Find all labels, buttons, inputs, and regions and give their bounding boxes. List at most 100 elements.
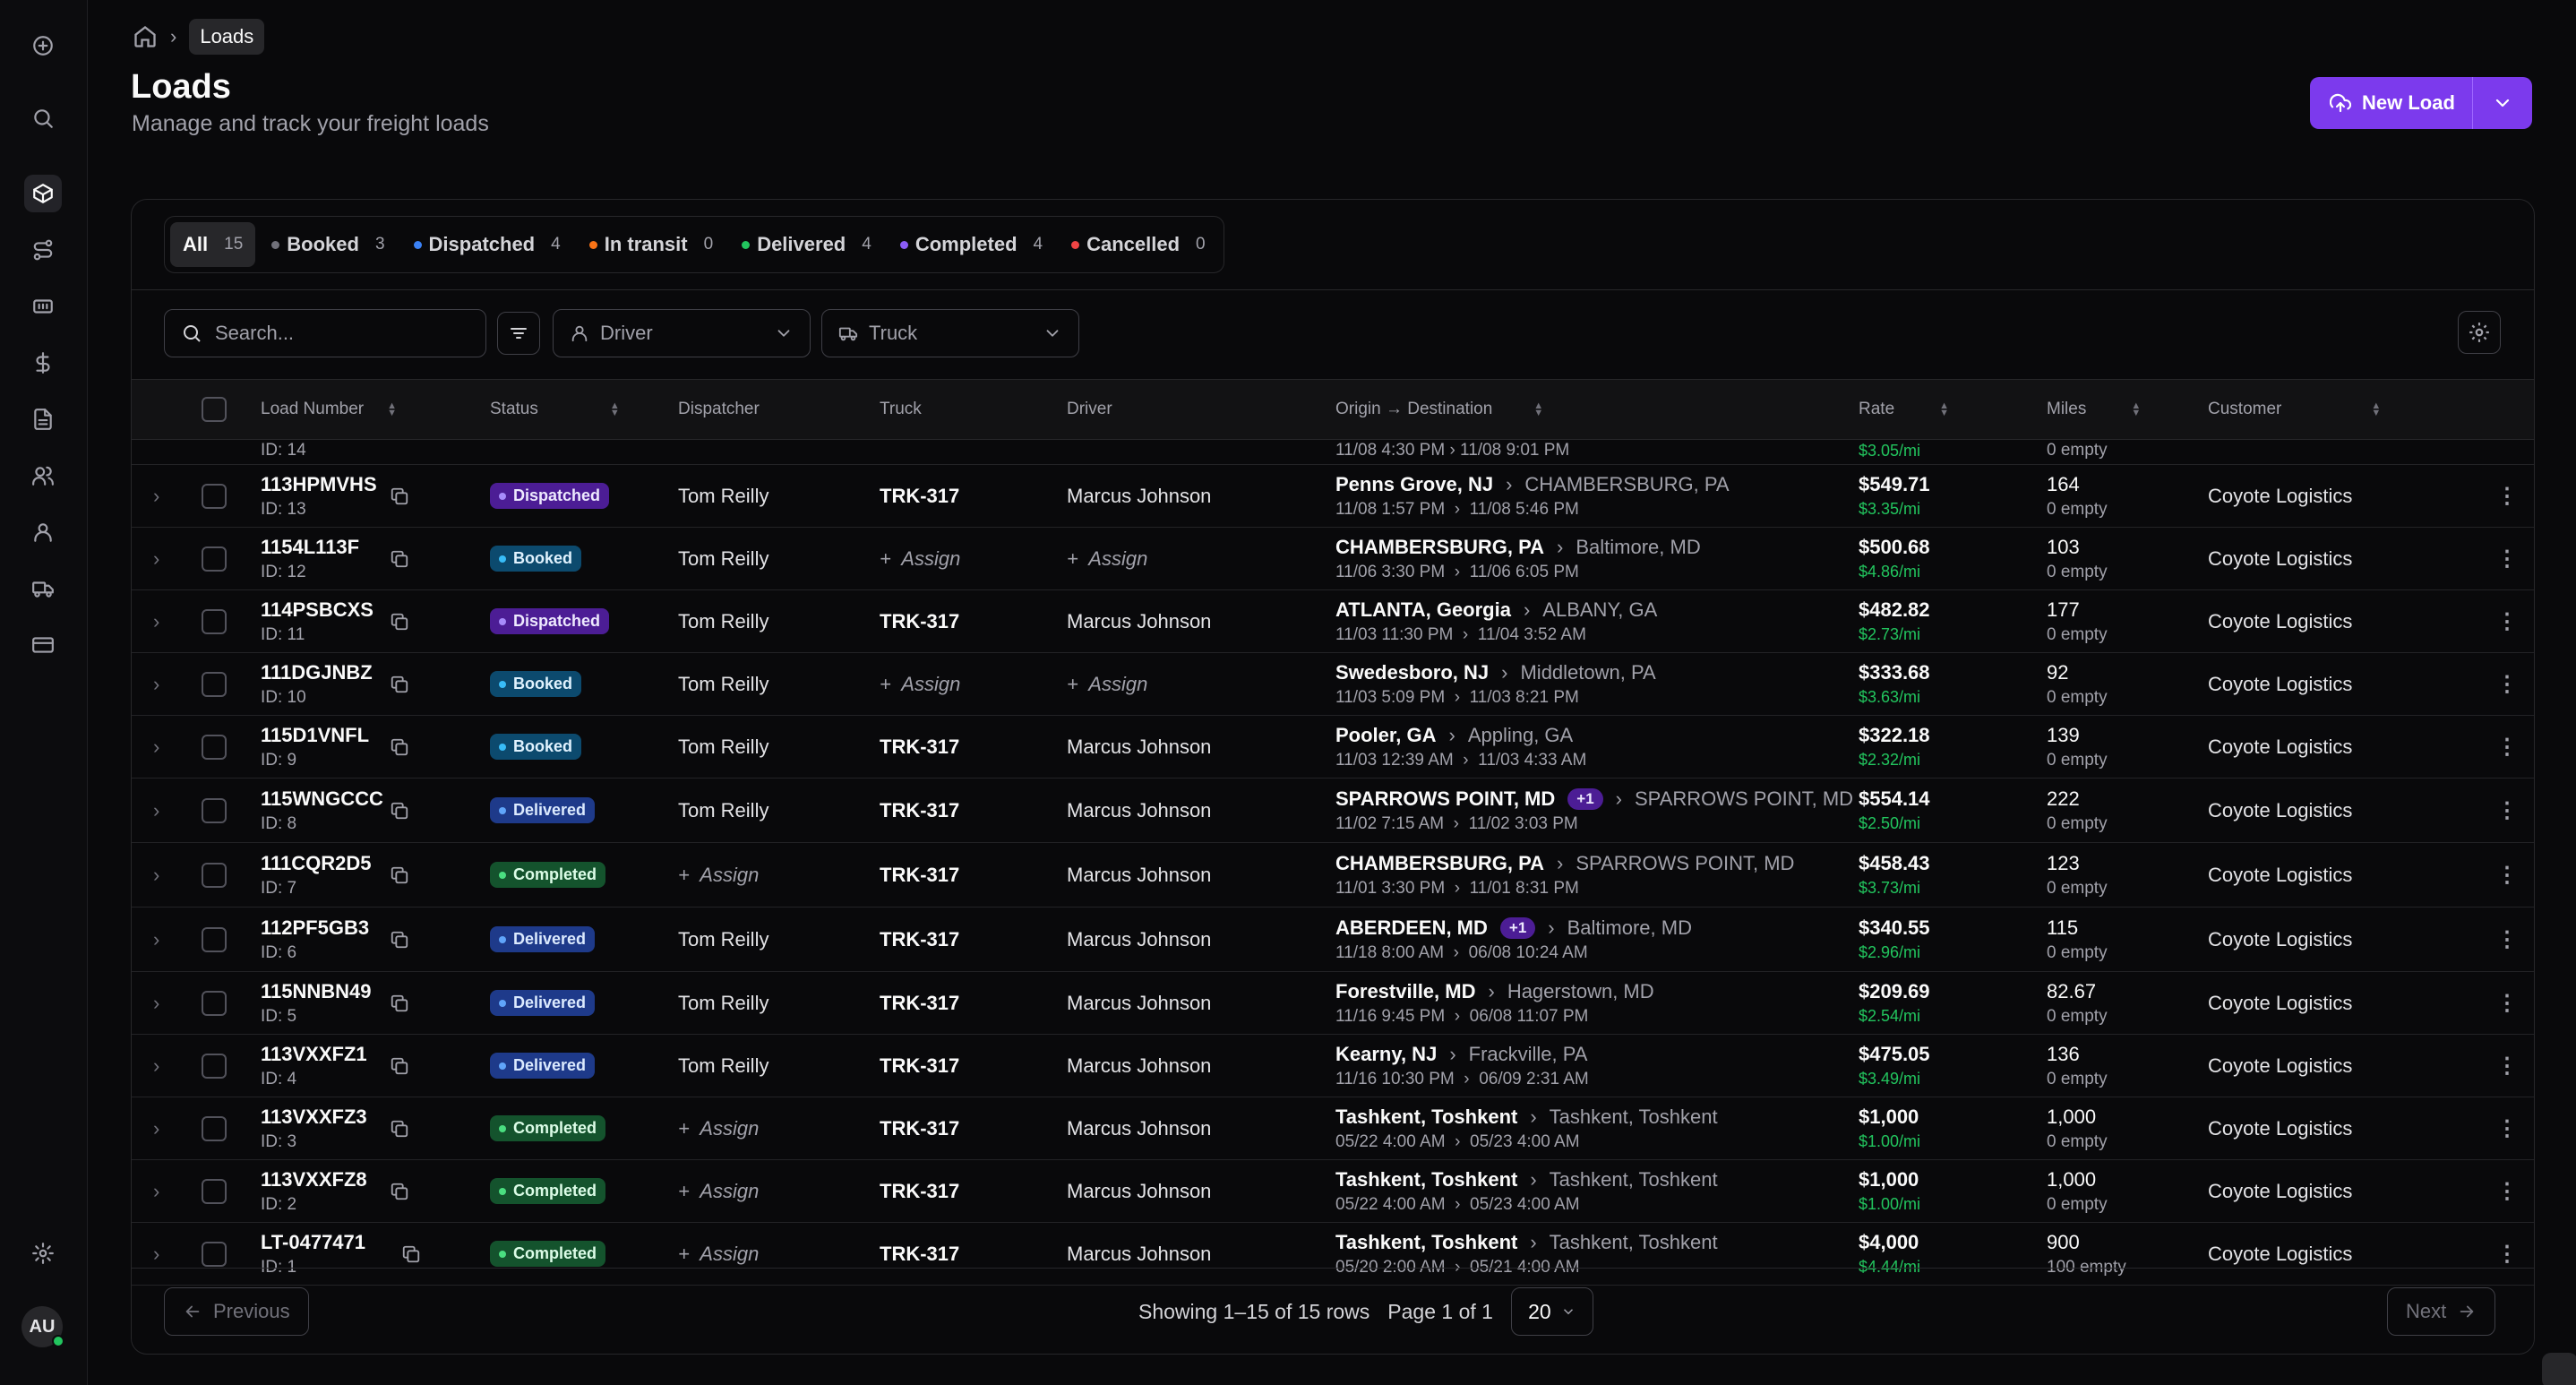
table-row[interactable]: › 113VXXFZ1 ID: 4 Delivered Tom Reilly T…	[132, 1035, 2534, 1097]
row-checkbox[interactable]	[202, 990, 227, 1016]
sidebar-item-loads[interactable]	[24, 175, 62, 212]
load-number[interactable]: 111CQR2D5	[261, 852, 372, 875]
row-checkbox[interactable]	[202, 671, 227, 697]
copy-icon[interactable]	[390, 737, 409, 757]
expand-row-icon[interactable]: ›	[153, 485, 159, 508]
load-number[interactable]: LT-0477471	[261, 1231, 365, 1254]
row-actions-icon[interactable]: ⋮	[2496, 546, 2518, 572]
extra-stops-badge[interactable]: +1	[1567, 787, 1603, 810]
copy-icon[interactable]	[401, 1244, 421, 1264]
expand-row-icon[interactable]: ›	[153, 928, 159, 951]
copy-icon[interactable]	[390, 801, 409, 821]
column-miles[interactable]: Miles ▲ ▼	[2047, 380, 2141, 439]
row-checkbox[interactable]	[202, 734, 227, 760]
page-size-select[interactable]: 20	[1510, 1287, 1593, 1336]
row-checkbox[interactable]	[202, 1053, 227, 1079]
home-icon[interactable]	[133, 24, 158, 49]
row-checkbox[interactable]	[202, 862, 227, 888]
assign-dispatcher-button[interactable]: + Assign	[678, 1180, 759, 1203]
table-row[interactable]: › 1154L113F ID: 12 Booked Tom Reilly + A…	[132, 528, 2534, 590]
expand-row-icon[interactable]: ›	[153, 1243, 159, 1266]
load-number[interactable]: 112PF5GB3	[261, 916, 369, 940]
row-checkbox[interactable]	[202, 546, 227, 572]
table-row[interactable]: › 114PSBCXS ID: 11 Dispatched Tom Reilly…	[132, 590, 2534, 653]
copy-icon[interactable]	[390, 549, 409, 569]
load-number[interactable]: 114PSBCXS	[261, 598, 374, 622]
copy-icon[interactable]	[390, 486, 409, 506]
expand-row-icon[interactable]: ›	[153, 1117, 159, 1140]
row-checkbox[interactable]	[202, 926, 227, 952]
row-checkbox[interactable]	[202, 608, 227, 634]
load-number[interactable]: 1154L113F	[261, 536, 359, 559]
previous-page-button[interactable]: Previous	[164, 1287, 309, 1336]
row-checkbox[interactable]	[202, 1241, 227, 1267]
assign-dispatcher-button[interactable]: + Assign	[678, 1117, 759, 1140]
driver-filter-select[interactable]: Driver	[553, 309, 811, 357]
extra-stops-badge[interactable]: +1	[1499, 916, 1536, 939]
table-row[interactable]: › 111CQR2D5 ID: 7 Completed + Assign TRK…	[132, 843, 2534, 908]
sidebar-item-fleet[interactable]	[24, 288, 62, 325]
row-checkbox[interactable]	[202, 797, 227, 823]
table-row[interactable]: › 113HPMVHS ID: 13 Dispatched Tom Reilly…	[132, 465, 2534, 528]
expand-row-icon[interactable]: ›	[153, 1054, 159, 1078]
assign-dispatcher-button[interactable]: + Assign	[678, 864, 759, 887]
column-load-number[interactable]: Load Number ▲ ▼	[261, 380, 397, 439]
copy-icon[interactable]	[390, 1119, 409, 1139]
select-all-checkbox[interactable]	[202, 397, 227, 422]
row-actions-icon[interactable]: ⋮	[2496, 734, 2518, 760]
table-row[interactable]: › 113VXXFZ3 ID: 3 Completed + Assign TRK…	[132, 1097, 2534, 1160]
tab-all[interactable]: All 15	[170, 222, 256, 267]
row-actions-icon[interactable]: ⋮	[2496, 671, 2518, 697]
search-icon[interactable]	[24, 99, 62, 137]
tab-completed[interactable]: Completed 4	[888, 222, 1055, 267]
load-number[interactable]: 113HPMVHS	[261, 473, 377, 496]
copy-icon[interactable]	[390, 612, 409, 632]
row-actions-icon[interactable]: ⋮	[2496, 797, 2518, 823]
table-row[interactable]: › LT-0477471 ID: 1 Completed + Assign TR…	[132, 1223, 2534, 1286]
row-actions-icon[interactable]: ⋮	[2496, 608, 2518, 634]
expand-row-icon[interactable]: ›	[153, 610, 159, 633]
row-checkbox[interactable]	[202, 1178, 227, 1204]
expand-row-icon[interactable]: ›	[153, 736, 159, 759]
advanced-filter-button[interactable]	[497, 312, 540, 355]
row-actions-icon[interactable]: ⋮	[2496, 990, 2518, 1016]
table-settings-button[interactable]	[2458, 311, 2501, 354]
new-load-button[interactable]: New Load	[2310, 77, 2473, 129]
table-row-partial[interactable]: ID: 14 11/08 4:30 PM › 11/08 9:01 PM $3.…	[132, 440, 2534, 465]
truck-filter-select[interactable]: Truck	[821, 309, 1079, 357]
new-load-options-button[interactable]	[2473, 92, 2532, 114]
row-actions-icon[interactable]: ⋮	[2496, 483, 2518, 509]
row-actions-icon[interactable]: ⋮	[2496, 1115, 2518, 1141]
sidebar-item-routes[interactable]	[24, 231, 62, 269]
table-row[interactable]: › 115WNGCCC ID: 8 Delivered Tom Reilly T…	[132, 779, 2534, 843]
expand-row-icon[interactable]: ›	[153, 864, 159, 887]
column-customer[interactable]: Customer ▲ ▼	[2208, 380, 2381, 439]
copy-icon[interactable]	[390, 865, 409, 885]
expand-row-icon[interactable]: ›	[153, 547, 159, 571]
copy-icon[interactable]	[390, 1056, 409, 1076]
expand-row-icon[interactable]: ›	[153, 673, 159, 696]
copy-icon[interactable]	[390, 930, 409, 950]
table-row[interactable]: › 111DGJNBZ ID: 10 Booked Tom Reilly + A…	[132, 653, 2534, 716]
tab-booked[interactable]: Booked 3	[259, 222, 397, 267]
next-page-button[interactable]: Next	[2387, 1287, 2496, 1336]
table-row[interactable]: › 115D1VNFL ID: 9 Booked Tom Reilly TRK-…	[132, 716, 2534, 779]
table-row[interactable]: › 113VXXFZ8 ID: 2 Completed + Assign TRK…	[132, 1160, 2534, 1223]
search-box[interactable]	[164, 309, 486, 357]
assign-driver-button[interactable]: + Assign	[1067, 673, 1147, 696]
load-number[interactable]: 115D1VNFL	[261, 724, 369, 747]
floating-widget-button[interactable]	[2542, 1353, 2576, 1385]
column-route[interactable]: Origin → Destination ▲ ▼	[1335, 380, 1543, 439]
expand-row-icon[interactable]: ›	[153, 799, 159, 822]
column-rate[interactable]: Rate ▲ ▼	[1859, 380, 1949, 439]
load-number[interactable]: 113VXXFZ1	[261, 1043, 367, 1066]
row-actions-icon[interactable]: ⋮	[2496, 1241, 2518, 1267]
sidebar-item-drivers[interactable]	[24, 513, 62, 551]
sidebar-item-trucks[interactable]	[24, 570, 62, 607]
load-number[interactable]: 115WNGCCC	[261, 787, 383, 811]
column-status[interactable]: Status ▲ ▼	[490, 380, 620, 439]
copy-icon[interactable]	[390, 1182, 409, 1201]
table-row[interactable]: › 115NNBN49 ID: 5 Delivered Tom Reilly T…	[132, 972, 2534, 1035]
row-checkbox[interactable]	[202, 1115, 227, 1141]
row-actions-icon[interactable]: ⋮	[2496, 862, 2518, 888]
